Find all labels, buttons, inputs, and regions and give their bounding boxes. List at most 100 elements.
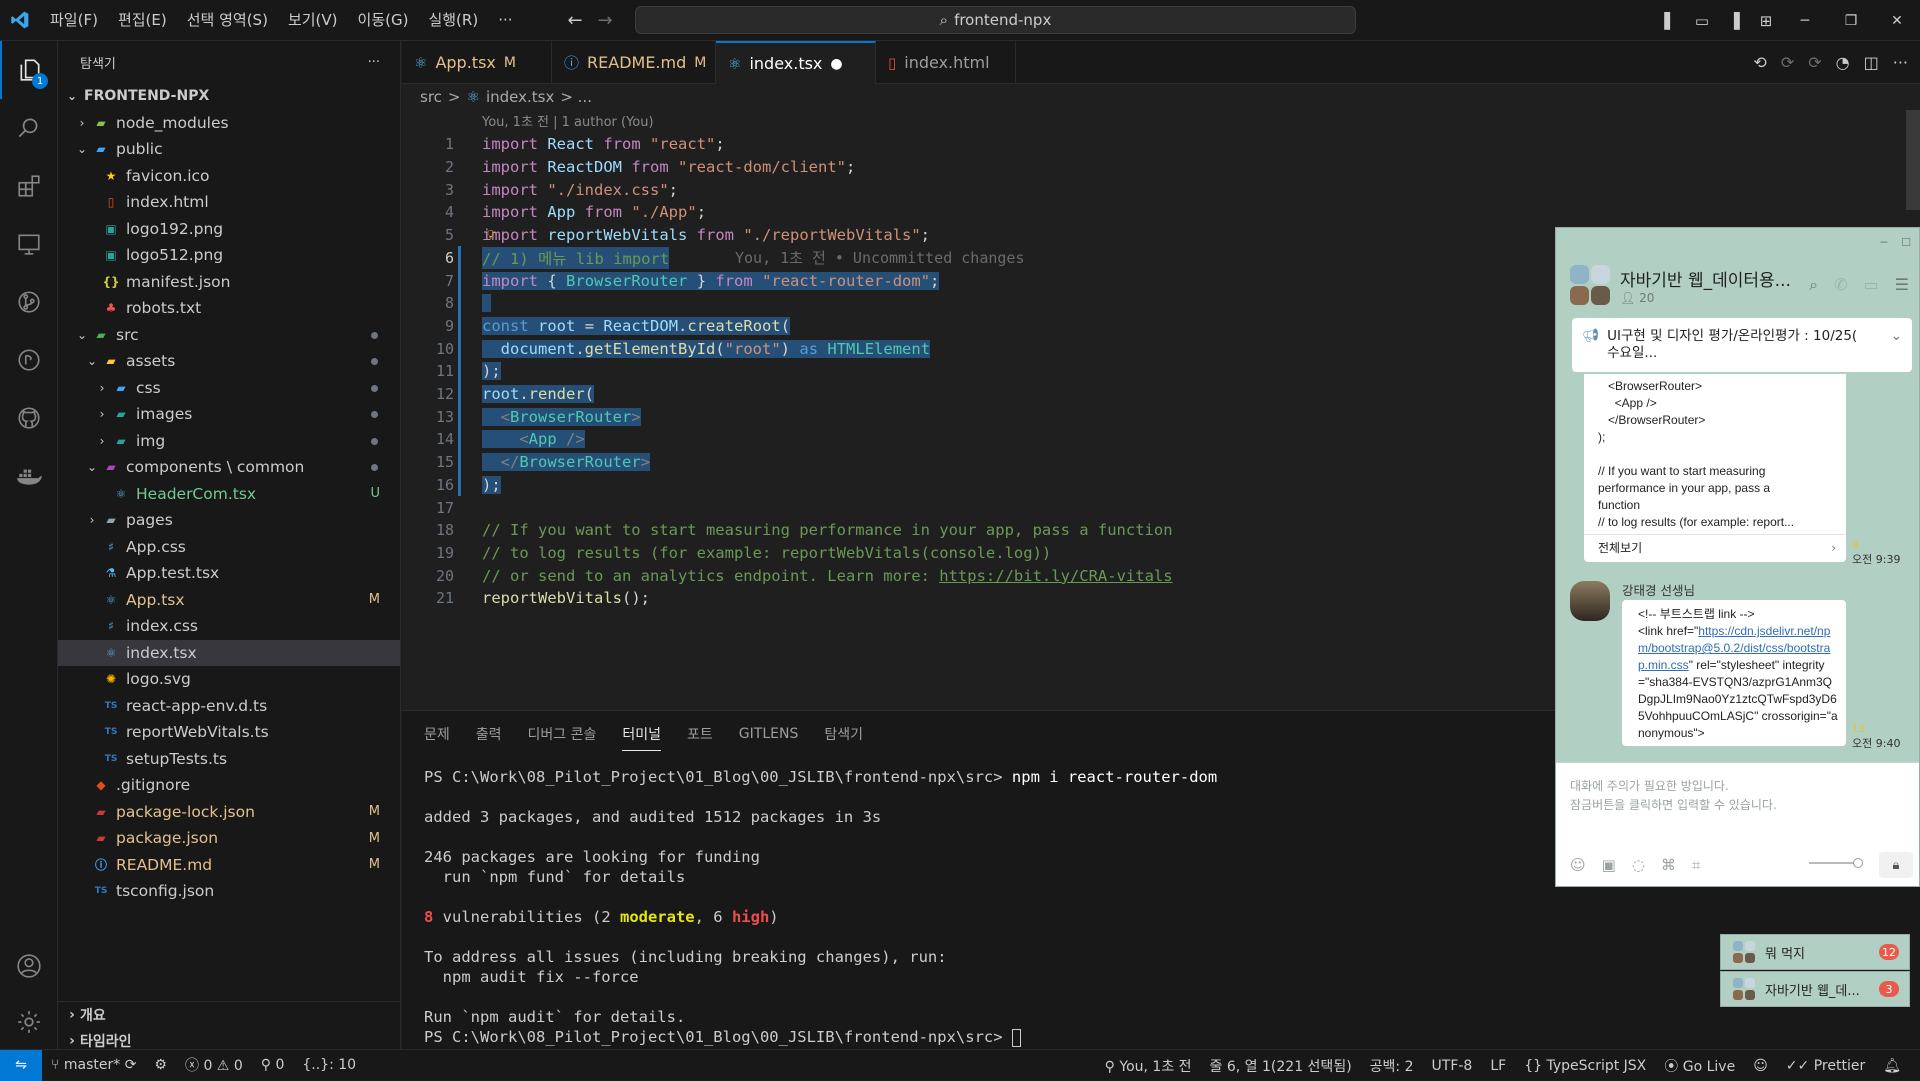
video-call-icon[interactable]: ▭ [1864,275,1879,295]
code-line[interactable]: 2 import ReactDOM from "react-dom/client"… [402,156,855,179]
problems-status[interactable]: ⓧ 0 ⚠ 0 [176,1055,252,1075]
copilot-icon[interactable]: ☺ [1744,1058,1777,1074]
dirty-diff-indicator[interactable] [458,246,461,496]
capture-icon[interactable]: ⌗ [1692,856,1700,874]
breadcrumb-symbol[interactable]: > ... [560,88,592,106]
tree-file[interactable]: ✺ logo.svg [58,666,400,693]
panel-tab[interactable]: 포트 [687,724,713,744]
menu-item[interactable]: 실행(R) [418,0,488,41]
outline-section[interactable]: › 개요 [58,1002,400,1028]
message-bubble[interactable]: <!-- 부트스트랩 link --> <link href="https://… [1622,600,1846,746]
attach-icon[interactable]: ⌘ [1661,856,1676,874]
previous-change-icon[interactable]: ⟳ [1781,53,1794,72]
editor-tab[interactable]: ⚛ App.tsx M [402,41,552,84]
code-line[interactable]: 10 document.getElementById("root") as HT… [402,337,931,360]
tree-file[interactable]: ⚗ App.test.tsx [58,560,400,587]
workspace-root[interactable]: ⌄ FRONTEND-NPX [58,83,400,110]
open-changes-icon[interactable]: ◔ [1836,53,1850,72]
menu-item[interactable]: 편집(E) [108,0,177,41]
code-line[interactable]: 16); [402,474,501,497]
tab-status[interactable]: M [504,55,516,71]
command-center-search[interactable]: ⌕ frontend-npx [635,6,1356,34]
tree-folder[interactable]: ⌄ ▰ src [58,322,400,349]
code-line[interactable]: 1 import React from "react"; [402,133,725,156]
menu-item[interactable]: 파일(F) [40,0,108,41]
encoding[interactable]: UTF-8 [1423,1058,1482,1074]
tree-folder[interactable]: › ▰ node_modules [58,110,400,137]
code-line[interactable]: 6 // 1) 메뉴 lib import You, 1초 전 • Uncommit… [402,246,1025,270]
menu-item[interactable]: 보기(V) [278,0,348,41]
code-line[interactable]: 15 </BrowserRouter> [402,451,651,474]
split-editor-icon[interactable]: ◫ [1864,53,1879,72]
tree-file[interactable]: ▰ package.json M [58,825,400,852]
call-icon[interactable]: ✆ [1834,275,1847,295]
emoji-icon[interactable]: ☺ [1570,856,1586,874]
tree-file[interactable]: ◆ .gitignore [58,772,400,799]
code-line[interactable]: 19 // to log results (for example: report… [402,542,1051,565]
more-actions-icon[interactable]: ··· [1893,53,1908,72]
close-icon[interactable]: ✕ [1874,0,1920,41]
tree-folder[interactable]: ⌄ ▰ components \ common [58,454,400,481]
prettier-status[interactable]: ✓✓ Prettier [1777,1058,1874,1074]
editor-tab[interactable]: ⚛ index.tsx ● [716,41,876,84]
extensions-icon[interactable] [0,157,58,215]
panel-tab[interactable]: GITLENS [739,726,799,742]
speech-icon[interactable]: ◌ [1632,856,1645,874]
code-line[interactable]: 12 root.render( [402,383,595,406]
notice-banner[interactable]: 📢︎ UI구현 및 디자인 평가/온라인평가 : 10/25( 수요일... ⌄ [1572,318,1912,372]
terminal-output[interactable]: PS C:\Work\08_Pilot_Project\01_Blog\00_J… [424,767,1217,1047]
tree-file[interactable]: TS setupTests.ts [58,746,400,773]
editor-tab[interactable]: ▯ index.html [876,41,1016,84]
tree-file[interactable]: ▣ logo192.png [58,216,400,243]
tree-file[interactable]: TS tsconfig.json [58,878,400,905]
editor-tab[interactable]: ⓘ README.md M [552,41,716,84]
notifications-bell-icon[interactable]: 🔔︎ [1874,1058,1910,1074]
tree-file[interactable]: ▣ logo512.png [58,242,400,269]
code-line[interactable]: 11); [402,360,501,383]
code-line[interactable]: 13 <BrowserRouter> [402,405,641,428]
tree-folder[interactable]: › ▰ img [58,428,400,455]
breadcrumb-src[interactable]: src [420,88,442,106]
tree-folder[interactable]: ⌄ ▰ public [58,136,400,163]
maximize-icon[interactable]: ☐ [1901,236,1911,249]
github-icon[interactable] [0,389,58,447]
chat-input-area[interactable]: 대화에 주의가 필요한 방입니다. 잠금버튼을 클릭하면 입력할 수 있습니다.… [1556,762,1919,886]
panel-tab[interactable]: 디버그 콘솔 [528,724,597,744]
code-line[interactable]: 8 [402,292,492,315]
menu-item[interactable]: 선택 영역(S) [177,0,278,41]
remote-indicator-icon[interactable]: ⇋ [0,1049,42,1081]
code-line[interactable]: 9 const root = ReactDOM.createRoot( [402,315,791,338]
minimize-icon[interactable]: ─ [1881,236,1888,249]
panel-tab[interactable]: 터미널 [622,724,662,751]
back-arrow-icon[interactable]: ← [560,10,590,31]
tree-folder[interactable]: › ▰ css [58,375,400,402]
more-actions-icon[interactable]: ··· [368,55,380,70]
panel-tab[interactable]: 문제 [424,724,450,744]
minimize-icon[interactable]: ─ [1782,0,1828,41]
tree-file[interactable]: ★ favicon.ico [58,163,400,190]
code-line[interactable]: 4 import App from "./App"; [402,201,706,224]
code-line[interactable]: 20 // or send to an analytics endpoint. L… [402,564,1173,587]
minimap-scrollbar[interactable] [1906,110,1920,210]
tree-file[interactable]: TS react-app-env.d.ts [58,693,400,720]
restore-icon[interactable]: ❐ [1828,0,1874,41]
tab-status[interactable]: M [694,55,706,71]
sender-avatar[interactable] [1570,581,1610,621]
tree-file[interactable]: TS reportWebVitals.ts [58,719,400,746]
explorer-icon[interactable]: 1 [0,41,58,99]
tree-folder[interactable]: › ▰ pages [58,507,400,534]
forward-arrow-icon[interactable]: → [590,10,620,31]
code-line[interactable]: 7 import { BrowserRouter } from "react-ro… [402,269,940,292]
unsaved-dot[interactable]: ● [830,56,842,72]
code-line[interactable]: 18 // If you want to start measuring perf… [402,519,1173,542]
end-of-line[interactable]: LF [1481,1058,1515,1074]
panel-tab[interactable]: 출력 [476,724,502,744]
tree-file[interactable]: ⚛ HeaderCom.tsx U [58,481,400,508]
menu-icon[interactable]: ☰ [1895,275,1909,295]
panel-tab[interactable]: 탐색기 [824,724,863,744]
tree-file[interactable]: ♯ index.css [58,613,400,640]
lock-button[interactable]: 🔒︎ [1879,852,1913,878]
tree-file[interactable]: ▰ package-lock.json M [58,799,400,826]
view-all-button[interactable]: 전체보기 › [1584,534,1846,562]
tree-file[interactable]: ♣ robots.txt [58,295,400,322]
